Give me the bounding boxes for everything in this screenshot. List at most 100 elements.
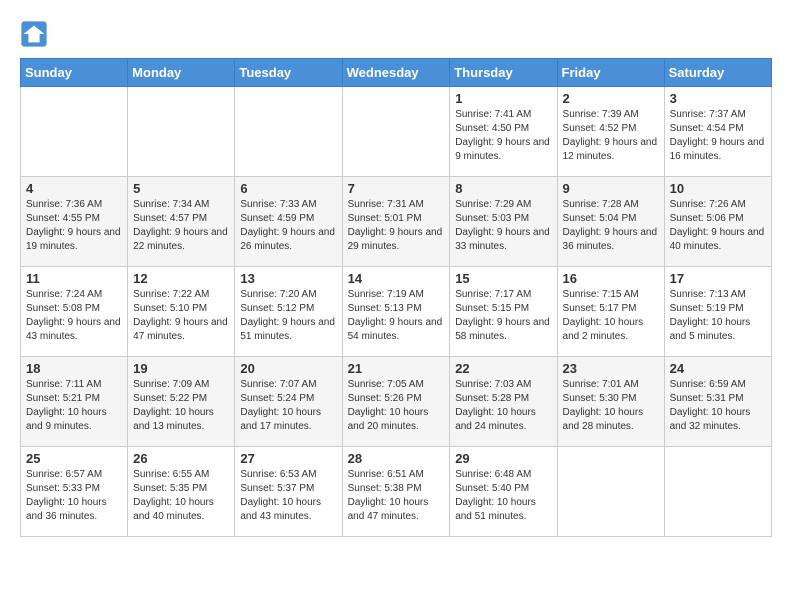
calendar-cell: 22 Sunrise: 7:03 AMSunset: 5:28 PMDayligh… <box>450 357 557 447</box>
calendar-cell: 23 Sunrise: 7:01 AMSunset: 5:30 PMDayligh… <box>557 357 664 447</box>
day-number: 16 <box>563 271 659 286</box>
calendar-table: SundayMondayTuesdayWednesdayThursdayFrid… <box>20 58 772 537</box>
calendar-cell: 14 Sunrise: 7:19 AMSunset: 5:13 PMDayligh… <box>342 267 450 357</box>
calendar-header: SundayMondayTuesdayWednesdayThursdayFrid… <box>21 59 772 87</box>
day-info: Sunrise: 7:39 AMSunset: 4:52 PMDaylight:… <box>563 108 659 164</box>
day-number: 22 <box>455 361 551 376</box>
day-number: 5 <box>133 181 229 196</box>
day-info: Sunrise: 7:41 AMSunset: 4:50 PMDaylight:… <box>455 108 551 164</box>
calendar-cell: 15 Sunrise: 7:17 AMSunset: 5:15 PMDayligh… <box>450 267 557 357</box>
day-number: 18 <box>26 361 122 376</box>
calendar-cell: 16 Sunrise: 7:15 AMSunset: 5:17 PMDayligh… <box>557 267 664 357</box>
day-info: Sunrise: 7:13 AMSunset: 5:19 PMDaylight:… <box>670 288 766 344</box>
day-info: Sunrise: 7:05 AMSunset: 5:26 PMDaylight:… <box>348 378 445 434</box>
day-info: Sunrise: 7:19 AMSunset: 5:13 PMDaylight:… <box>348 288 445 344</box>
day-info: Sunrise: 7:24 AMSunset: 5:08 PMDaylight:… <box>26 288 122 344</box>
calendar-cell: 1Sunrise: 7:41 AMSunset: 4:50 PMDaylight… <box>450 87 557 177</box>
calendar-week-2: 4 Sunrise: 7:36 AMSunset: 4:55 PMDaylight… <box>21 177 772 267</box>
day-info: Sunrise: 7:29 AMSunset: 5:03 PMDaylight:… <box>455 198 551 254</box>
calendar-body: 1Sunrise: 7:41 AMSunset: 4:50 PMDaylight… <box>21 87 772 537</box>
day-number: 3 <box>670 91 766 106</box>
calendar-cell: 17 Sunrise: 7:13 AMSunset: 5:19 PMDayligh… <box>664 267 771 357</box>
day-number: 20 <box>240 361 336 376</box>
day-info: Sunrise: 7:07 AMSunset: 5:24 PMDaylight:… <box>240 378 336 434</box>
day-number: 17 <box>670 271 766 286</box>
calendar-cell: 11 Sunrise: 7:24 AMSunset: 5:08 PMDayligh… <box>21 267 128 357</box>
calendar-cell: 18 Sunrise: 7:11 AMSunset: 5:21 PMDayligh… <box>21 357 128 447</box>
day-number: 12 <box>133 271 229 286</box>
calendar-cell: 6 Sunrise: 7:33 AMSunset: 4:59 PMDaylight… <box>235 177 342 267</box>
day-info: Sunrise: 7:37 AMSunset: 4:54 PMDaylight:… <box>670 108 766 164</box>
calendar-cell: 21 Sunrise: 7:05 AMSunset: 5:26 PMDayligh… <box>342 357 450 447</box>
day-number: 15 <box>455 271 551 286</box>
day-info: Sunrise: 7:20 AMSunset: 5:12 PMDaylight:… <box>240 288 336 344</box>
calendar-cell: 25 Sunrise: 6:57 AMSunset: 5:33 PMDayligh… <box>21 447 128 537</box>
day-info: Sunrise: 6:53 AMSunset: 5:37 PMDaylight:… <box>240 468 336 524</box>
calendar-cell <box>557 447 664 537</box>
day-info: Sunrise: 6:48 AMSunset: 5:40 PMDaylight:… <box>455 468 551 524</box>
day-info: Sunrise: 7:33 AMSunset: 4:59 PMDaylight:… <box>240 198 336 254</box>
calendar-cell: 24Sunrise: 6:59 AMSunset: 5:31 PMDayligh… <box>664 357 771 447</box>
calendar-cell: 2Sunrise: 7:39 AMSunset: 4:52 PMDaylight… <box>557 87 664 177</box>
day-number: 28 <box>348 451 445 466</box>
day-number: 8 <box>455 181 551 196</box>
day-info: Sunrise: 7:03 AMSunset: 5:28 PMDaylight:… <box>455 378 551 434</box>
day-info: Sunrise: 7:31 AMSunset: 5:01 PMDaylight:… <box>348 198 445 254</box>
calendar-week-3: 11 Sunrise: 7:24 AMSunset: 5:08 PMDayligh… <box>21 267 772 357</box>
day-number: 10 <box>670 181 766 196</box>
calendar-cell: 26Sunrise: 6:55 AMSunset: 5:35 PMDayligh… <box>128 447 235 537</box>
day-info: Sunrise: 7:26 AMSunset: 5:06 PMDaylight:… <box>670 198 766 254</box>
day-number: 19 <box>133 361 229 376</box>
calendar-cell: 27Sunrise: 6:53 AMSunset: 5:37 PMDayligh… <box>235 447 342 537</box>
day-info: Sunrise: 6:51 AMSunset: 5:38 PMDaylight:… <box>348 468 445 524</box>
calendar-cell: 29Sunrise: 6:48 AMSunset: 5:40 PMDayligh… <box>450 447 557 537</box>
calendar-cell <box>664 447 771 537</box>
calendar-cell <box>128 87 235 177</box>
calendar-cell: 7 Sunrise: 7:31 AMSunset: 5:01 PMDaylight… <box>342 177 450 267</box>
day-info: Sunrise: 7:28 AMSunset: 5:04 PMDaylight:… <box>563 198 659 254</box>
calendar-cell: 28 Sunrise: 6:51 AMSunset: 5:38 PMDayligh… <box>342 447 450 537</box>
day-info: Sunrise: 7:11 AMSunset: 5:21 PMDaylight:… <box>26 378 122 434</box>
calendar-cell <box>21 87 128 177</box>
calendar-cell: 5 Sunrise: 7:34 AMSunset: 4:57 PMDaylight… <box>128 177 235 267</box>
calendar-cell: 9 Sunrise: 7:28 AMSunset: 5:04 PMDaylight… <box>557 177 664 267</box>
calendar-cell: 20 Sunrise: 7:07 AMSunset: 5:24 PMDayligh… <box>235 357 342 447</box>
day-info: Sunrise: 7:36 AMSunset: 4:55 PMDaylight:… <box>26 198 122 254</box>
calendar-week-5: 25 Sunrise: 6:57 AMSunset: 5:33 PMDayligh… <box>21 447 772 537</box>
calendar-cell: 3 Sunrise: 7:37 AMSunset: 4:54 PMDaylight… <box>664 87 771 177</box>
calendar-cell: 12 Sunrise: 7:22 AMSunset: 5:10 PMDayligh… <box>128 267 235 357</box>
day-number: 4 <box>26 181 122 196</box>
weekday-sunday: Sunday <box>21 59 128 87</box>
weekday-tuesday: Tuesday <box>235 59 342 87</box>
calendar-cell: 4 Sunrise: 7:36 AMSunset: 4:55 PMDaylight… <box>21 177 128 267</box>
calendar-cell: 13 Sunrise: 7:20 AMSunset: 5:12 PMDayligh… <box>235 267 342 357</box>
calendar-cell: 10 Sunrise: 7:26 AMSunset: 5:06 PMDayligh… <box>664 177 771 267</box>
day-info: Sunrise: 6:57 AMSunset: 5:33 PMDaylight:… <box>26 468 122 524</box>
day-number: 6 <box>240 181 336 196</box>
day-number: 21 <box>348 361 445 376</box>
day-info: Sunrise: 7:34 AMSunset: 4:57 PMDaylight:… <box>133 198 229 254</box>
day-number: 14 <box>348 271 445 286</box>
calendar-week-4: 18 Sunrise: 7:11 AMSunset: 5:21 PMDayligh… <box>21 357 772 447</box>
day-number: 25 <box>26 451 122 466</box>
day-info: Sunrise: 7:17 AMSunset: 5:15 PMDaylight:… <box>455 288 551 344</box>
weekday-friday: Friday <box>557 59 664 87</box>
day-number: 7 <box>348 181 445 196</box>
day-info: Sunrise: 7:09 AMSunset: 5:22 PMDaylight:… <box>133 378 229 434</box>
day-info: Sunrise: 7:15 AMSunset: 5:17 PMDaylight:… <box>563 288 659 344</box>
day-info: Sunrise: 7:01 AMSunset: 5:30 PMDaylight:… <box>563 378 659 434</box>
day-number: 23 <box>563 361 659 376</box>
calendar-cell: 8 Sunrise: 7:29 AMSunset: 5:03 PMDaylight… <box>450 177 557 267</box>
day-info: Sunrise: 6:59 AMSunset: 5:31 PMDaylight:… <box>670 378 766 434</box>
logo <box>20 20 52 48</box>
calendar-cell <box>235 87 342 177</box>
weekday-wednesday: Wednesday <box>342 59 450 87</box>
day-number: 13 <box>240 271 336 286</box>
weekday-header-row: SundayMondayTuesdayWednesdayThursdayFrid… <box>21 59 772 87</box>
calendar-cell <box>342 87 450 177</box>
day-info: Sunrise: 7:22 AMSunset: 5:10 PMDaylight:… <box>133 288 229 344</box>
day-number: 11 <box>26 271 122 286</box>
weekday-thursday: Thursday <box>450 59 557 87</box>
day-number: 9 <box>563 181 659 196</box>
calendar-week-1: 1Sunrise: 7:41 AMSunset: 4:50 PMDaylight… <box>21 87 772 177</box>
